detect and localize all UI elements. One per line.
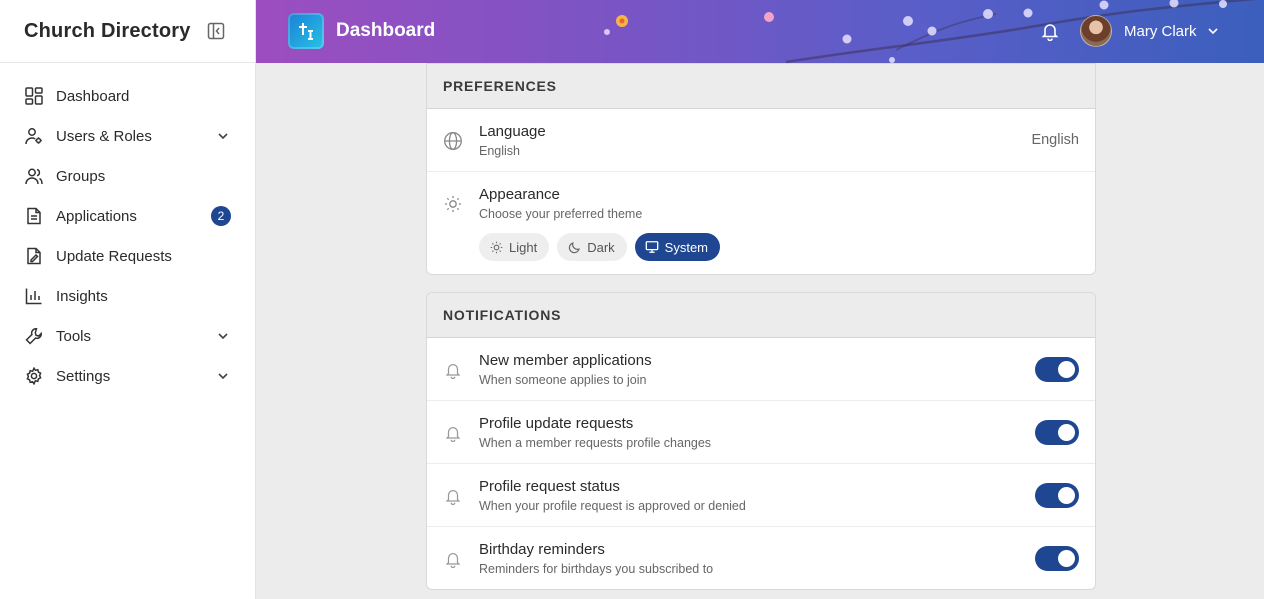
language-desc: English: [479, 144, 520, 158]
chevron-down-icon: [1207, 24, 1221, 38]
update-requests-icon: [24, 246, 44, 266]
toggle-knob: [1058, 487, 1075, 504]
notification-desc: Reminders for birthdays you subscribed t…: [479, 562, 714, 576]
notifications-bell-icon[interactable]: [1040, 21, 1060, 42]
dashboard-icon: [24, 86, 44, 106]
notification-desc: When someone applies to join: [479, 373, 647, 387]
sidebar-header: Church Directory: [0, 0, 255, 63]
appearance-title: Appearance: [479, 186, 560, 203]
theme-selector: Light Dark System: [479, 233, 1079, 273]
notifications-card: NOTIFICATIONS New member applications Wh…: [426, 292, 1096, 590]
sidebar-item-label: Update Requests: [56, 247, 172, 265]
theme-system-button[interactable]: System: [634, 233, 720, 261]
sidebar-nav: Dashboard Users & Roles Groups Applicati…: [0, 63, 255, 396]
sidebar-item-users-roles[interactable]: Users & Roles: [0, 116, 255, 156]
bell-icon: [443, 360, 463, 380]
sidebar-item-update-requests[interactable]: Update Requests: [0, 236, 255, 276]
users-roles-icon: [24, 126, 44, 146]
language-row[interactable]: Language English English: [427, 109, 1095, 172]
language-title: Language: [479, 123, 546, 140]
notification-row: New member applications When someone app…: [427, 338, 1095, 401]
collapse-sidebar-icon[interactable]: [207, 22, 225, 40]
toggle-knob: [1058, 361, 1075, 378]
notification-title: Profile update requests: [479, 415, 634, 432]
top-bar: Dashboard Mary Clark: [256, 0, 1264, 63]
notification-title: Profile request status: [479, 478, 620, 495]
sidebar-item-settings[interactable]: Settings: [0, 356, 255, 396]
groups-icon: [24, 166, 44, 186]
user-menu[interactable]: Mary Clark: [1080, 15, 1221, 47]
theme-light-button[interactable]: Light: [479, 233, 550, 261]
insights-icon: [24, 286, 44, 306]
appearance-desc: Choose your preferred theme: [479, 207, 643, 221]
profile-update-requests-toggle[interactable]: [1035, 420, 1079, 445]
sidebar-item-insights[interactable]: Insights: [0, 276, 255, 316]
wrench-icon: [24, 326, 44, 346]
language-value[interactable]: English: [1031, 132, 1079, 148]
chevron-down-icon[interactable]: [215, 368, 231, 384]
appearance-row: Appearance Choose your preferred theme L…: [427, 172, 1095, 274]
sidebar-item-label: Users & Roles: [56, 127, 152, 145]
notification-title: Birthday reminders: [479, 541, 605, 558]
profile-request-status-toggle[interactable]: [1035, 483, 1079, 508]
avatar: [1080, 15, 1112, 47]
bell-icon: [443, 549, 463, 569]
preferences-card: PREFERENCES Language English English App…: [426, 63, 1096, 275]
theme-system-label: System: [664, 239, 708, 255]
sidebar-item-label: Applications: [56, 207, 137, 225]
main-content: PREFERENCES Language English English App…: [256, 63, 1264, 599]
notification-title: New member applications: [479, 352, 652, 369]
app-logo-icon: [288, 13, 324, 49]
sidebar-item-dashboard[interactable]: Dashboard: [0, 76, 255, 116]
applications-icon: [24, 206, 44, 226]
theme-dark-label: Dark: [587, 239, 615, 255]
gear-icon: [24, 366, 44, 386]
sidebar-item-tools[interactable]: Tools: [0, 316, 255, 356]
preferences-heading: PREFERENCES: [427, 64, 1095, 109]
sidebar-item-groups[interactable]: Groups: [0, 156, 255, 196]
birthday-reminders-toggle[interactable]: [1035, 546, 1079, 571]
applications-count-badge: 2: [211, 206, 231, 226]
globe-icon: [443, 131, 463, 151]
bell-icon: [443, 423, 463, 443]
brand: Dashboard: [288, 13, 435, 49]
user-name: Mary Clark: [1124, 22, 1197, 40]
theme-dark-button[interactable]: Dark: [557, 233, 627, 261]
notification-desc: When your profile request is approved or…: [479, 499, 746, 513]
sidebar-item-label: Dashboard: [56, 87, 130, 105]
notification-row: Profile request status When your profile…: [427, 464, 1095, 527]
notification-row: Profile update requests When a member re…: [427, 401, 1095, 464]
sun-icon: [489, 240, 503, 254]
sidebar-item-label: Insights: [56, 287, 108, 305]
theme-light-label: Light: [509, 239, 538, 255]
notification-row: Birthday reminders Reminders for birthda…: [427, 527, 1095, 589]
notifications-heading: NOTIFICATIONS: [427, 293, 1095, 338]
sidebar: Church Directory Dashboard Users & Roles…: [0, 0, 256, 599]
app-title: Church Directory: [24, 19, 191, 42]
sidebar-item-label: Tools: [56, 327, 92, 345]
monitor-icon: [645, 240, 659, 254]
toggle-knob: [1058, 550, 1075, 567]
chevron-down-icon[interactable]: [215, 128, 231, 144]
notification-desc: When a member requests profile changes: [479, 436, 712, 450]
bell-icon: [443, 486, 463, 506]
chevron-down-icon[interactable]: [215, 328, 231, 344]
sidebar-item-applications[interactable]: Applications 2: [0, 196, 255, 236]
new-member-applications-toggle[interactable]: [1035, 357, 1079, 382]
moon-icon: [567, 240, 581, 254]
toggle-knob: [1058, 424, 1075, 441]
sun-icon: [443, 194, 463, 214]
sidebar-item-label: Settings: [56, 367, 111, 385]
sidebar-item-label: Groups: [56, 167, 106, 185]
page-title: Dashboard: [336, 20, 436, 41]
